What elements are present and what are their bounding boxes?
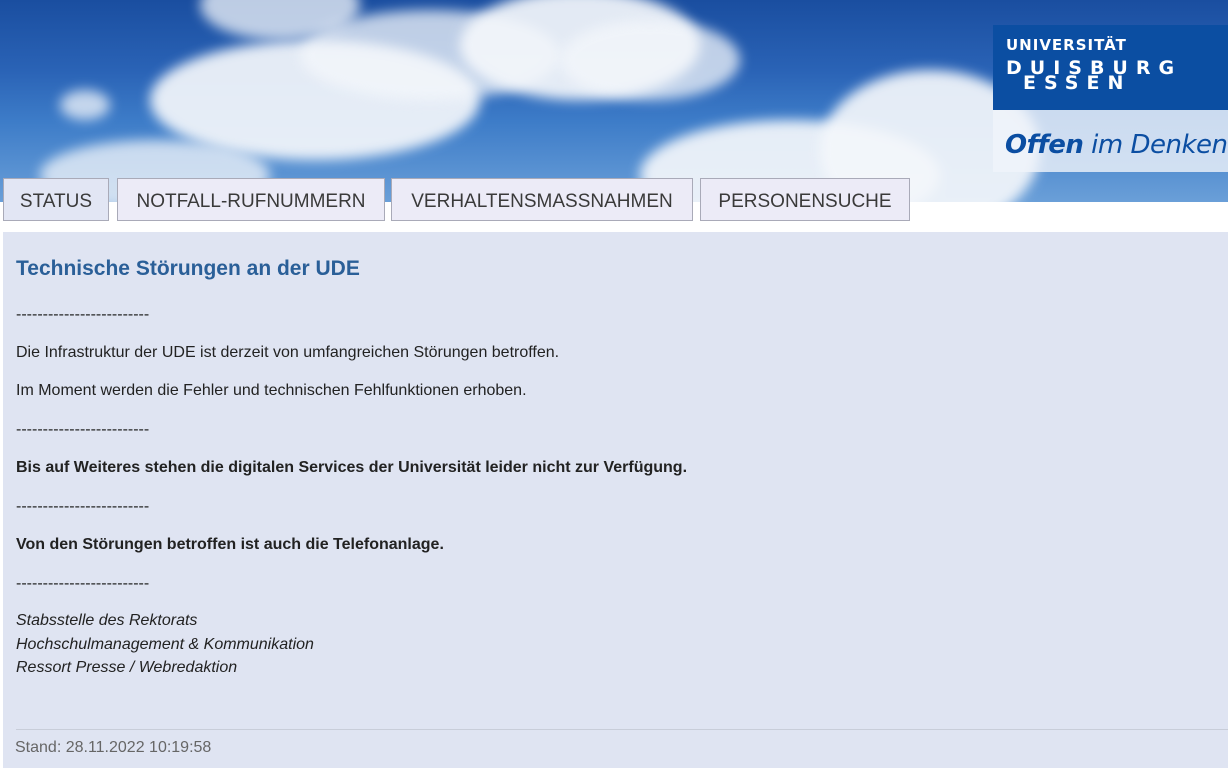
tab-verhaltensmassnahmen[interactable]: VERHALTENSMASSNAHMEN xyxy=(391,178,693,221)
separator: ------------------------- xyxy=(16,421,150,438)
slogan: Offen im Denken xyxy=(1005,130,1228,160)
header-banner: UNIVERSITÄT DUISBURG ESSEN Offen im Denk… xyxy=(0,0,1228,202)
cloud-decoration xyxy=(60,90,110,120)
content-panel: Technische Störungen an der UDE --------… xyxy=(3,232,1228,768)
university-logo[interactable]: UNIVERSITÄT DUISBURG ESSEN xyxy=(993,25,1228,110)
last-updated-timestamp: Stand: 28.11.2022 10:19:58 xyxy=(15,739,212,756)
logo-text-essen: ESSEN xyxy=(1023,72,1132,94)
paragraph-errors: Im Moment werden die Fehler und technisc… xyxy=(16,382,527,399)
paragraph-infrastructure: Die Infrastruktur der UDE ist derzeit vo… xyxy=(16,344,560,361)
page-title: Technische Störungen an der UDE xyxy=(16,257,360,280)
tab-status[interactable]: STATUS xyxy=(3,178,109,221)
cloud-decoration xyxy=(560,20,740,100)
slogan-rest: im Denken xyxy=(1083,130,1228,160)
signature-line: Ressort Presse / Webredaktion xyxy=(16,659,238,676)
signature-line: Stabsstelle des Rektorats xyxy=(16,612,198,629)
footer-divider xyxy=(16,729,1228,730)
separator: ------------------------- xyxy=(16,498,150,515)
signature-block: Stabsstelle des Rektorats Hochschulmanag… xyxy=(16,609,314,680)
tab-personensuche[interactable]: PERSONENSUCHE xyxy=(700,178,910,221)
notice-services-unavailable: Bis auf Weiteres stehen die digitalen Se… xyxy=(16,459,688,476)
signature-line: Hochschulmanagement & Kommunikation xyxy=(16,635,314,653)
notice-telephone: Von den Störungen betroffen ist auch die… xyxy=(16,536,444,553)
slogan-bold: Offen xyxy=(1005,130,1084,160)
slogan-box: Offen im Denken xyxy=(993,110,1228,172)
separator: ------------------------- xyxy=(16,306,150,323)
tab-notfall-rufnummern[interactable]: NOTFALL-RUFNUMMERN xyxy=(117,178,385,221)
separator: ------------------------- xyxy=(16,575,150,592)
logo-text-universitaet: UNIVERSITÄT xyxy=(1006,36,1127,54)
